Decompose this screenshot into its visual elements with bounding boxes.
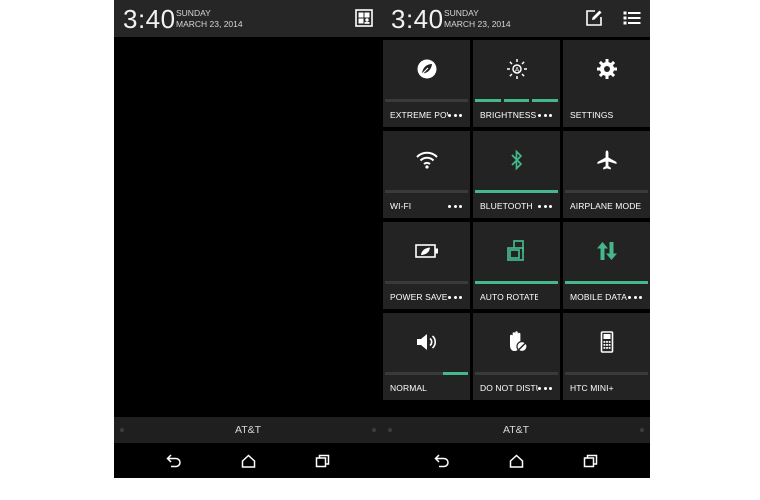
tile-label: DO NOT DISTURB: [480, 383, 538, 393]
tile-label: MOBILE DATA: [570, 292, 627, 302]
tile-do-not-disturb[interactable]: DO NOT DISTURB: [473, 313, 560, 400]
date-label: MARCH 23, 2014: [176, 19, 243, 29]
day-label: SUNDAY: [176, 8, 211, 18]
home-icon[interactable]: [506, 451, 526, 471]
tile-settings[interactable]: SETTINGS: [563, 40, 650, 127]
right-phone-screen: 3:40 SUNDAY MARCH 23, 2014 EXTREME PO A …: [382, 0, 650, 478]
left-phone-screen: 3:40 SUNDAY MARCH 23, 2014 AT&T: [114, 0, 382, 478]
tile-status-bar: [475, 190, 558, 193]
empty-notification-area: [114, 37, 382, 417]
tile-label: WI-FI: [390, 201, 412, 211]
home-icon[interactable]: [238, 451, 258, 471]
date-label: MARCH 23, 2014: [444, 19, 511, 29]
edit-icon[interactable]: [584, 8, 604, 28]
tile-label: NORMAL: [390, 383, 427, 393]
tile-power-saver[interactable]: POWER SAVER: [383, 222, 470, 309]
carrier-dot-right: [640, 428, 644, 432]
tile-bluetooth[interactable]: BLUETOOTH: [473, 131, 560, 218]
tile-label: BLUETOOTH: [480, 201, 533, 211]
tile-label: POWER SAVER: [390, 292, 448, 302]
nav-bar: [382, 443, 650, 478]
tile-airplane-mode[interactable]: AIRPLANE MODE: [563, 131, 650, 218]
brightness-icon: A: [473, 54, 560, 84]
tile-wifi[interactable]: WI-FI: [383, 131, 470, 218]
htc-mini-icon: [563, 327, 650, 357]
settings-gear-icon: [563, 54, 650, 84]
tile-label: HTC MINI+: [570, 383, 614, 393]
more-options-icon[interactable]: [448, 292, 462, 303]
tile-label: EXTREME POWER SAVING: [390, 110, 448, 120]
more-options-icon[interactable]: [538, 201, 552, 212]
tile-extreme-power-saving[interactable]: EXTREME POWER SAVING: [383, 40, 470, 127]
more-options-icon[interactable]: [538, 383, 552, 394]
tile-sound-profile[interactable]: NORMAL: [383, 313, 470, 400]
more-options-icon[interactable]: [628, 292, 642, 303]
more-options-icon[interactable]: [538, 110, 552, 121]
back-icon[interactable]: [164, 451, 184, 471]
tile-brightness[interactable]: A BRIGHTNESS: [473, 40, 560, 127]
day-label: SUNDAY: [444, 8, 479, 18]
tile-htc-mini[interactable]: HTC MINI+: [563, 313, 650, 400]
volume-icon: [383, 327, 470, 357]
tile-label: SETTINGS: [570, 110, 614, 120]
tile-label: AUTO ROTATE: [480, 292, 538, 302]
tile-status-bar: [475, 372, 558, 375]
carrier-bar: AT&T: [382, 417, 650, 443]
tile-auto-rotate[interactable]: AUTO ROTATE: [473, 222, 560, 309]
status-bar[interactable]: 3:40 SUNDAY MARCH 23, 2014: [382, 0, 650, 37]
tile-label: BRIGHTNESS: [480, 110, 537, 120]
clock: 3:40: [123, 4, 176, 34]
carrier-bar: AT&T: [114, 417, 382, 443]
more-options-icon[interactable]: [448, 110, 462, 121]
recents-icon[interactable]: [580, 451, 600, 471]
tile-status-bar: [385, 372, 468, 375]
auto-rotate-icon: [473, 236, 560, 266]
tile-status-bar: [475, 281, 558, 284]
battery-leaf-icon: [383, 236, 470, 266]
more-options-icon[interactable]: [448, 201, 462, 212]
carrier-label: AT&T: [234, 424, 262, 436]
tile-status-bar: [565, 190, 648, 193]
tile-status-bar: [385, 99, 468, 102]
tile-label: AIRPLANE MODE: [570, 201, 642, 211]
wifi-icon: [383, 145, 470, 175]
carrier-label: AT&T: [502, 424, 530, 436]
tile-status-bar: [565, 372, 648, 375]
date-block: SUNDAY MARCH 23, 2014: [444, 8, 554, 30]
do-not-disturb-icon: [473, 327, 560, 357]
tile-mobile-data[interactable]: MOBILE DATA: [563, 222, 650, 309]
date-block: SUNDAY MARCH 23, 2014: [176, 8, 286, 30]
carrier-dot-right: [372, 428, 376, 432]
status-bar[interactable]: 3:40 SUNDAY MARCH 23, 2014: [114, 0, 382, 37]
tile-status-bar: [565, 281, 648, 284]
airplane-icon: [563, 145, 650, 175]
tile-status-bar: [385, 281, 468, 284]
contacts-card-icon[interactable]: [354, 8, 374, 28]
nav-bar: [114, 443, 382, 478]
extreme-power-icon: [383, 54, 470, 84]
back-icon[interactable]: [432, 451, 452, 471]
brightness-level-bar: [475, 99, 559, 102]
recents-icon[interactable]: [312, 451, 332, 471]
tile-status-bar: [385, 190, 468, 193]
list-icon[interactable]: [622, 8, 642, 28]
clock: 3:40: [391, 4, 444, 34]
bluetooth-icon: [473, 145, 560, 175]
mobile-data-icon: [563, 236, 650, 266]
